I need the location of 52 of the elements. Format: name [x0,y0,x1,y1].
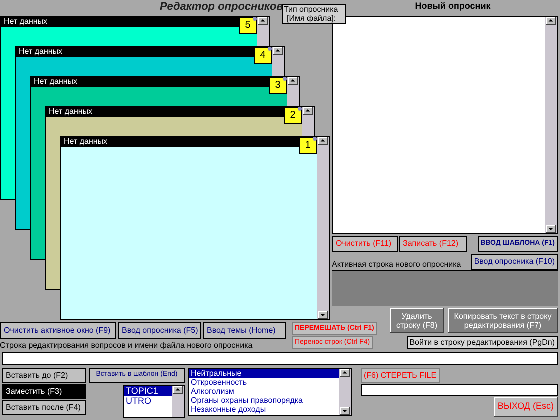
copy-text-button[interactable]: Копировать текст в строку редактирования (F7) [448,308,558,333]
scroll-down-icon[interactable] [318,311,328,319]
topic-list[interactable]: TOPIC1 UTRO [123,385,185,418]
scroll-up-icon[interactable] [288,77,298,85]
topic-item[interactable]: UTRO [124,396,172,406]
scroll-up-icon[interactable] [546,17,556,25]
insert-mode-button[interactable]: Вставить после (F4) [2,400,86,415]
scroll-down-icon[interactable] [546,225,556,233]
scrollbar[interactable] [302,107,314,136]
edit-line-field[interactable] [2,352,558,365]
scroll-up-icon[interactable] [173,386,183,394]
scrollbar[interactable] [257,17,269,46]
window-number-badge: 4 [254,47,272,64]
window-action-button[interactable]: Очистить активное окно (F9) [0,322,116,339]
file-name-text: [Имя файла]: [286,14,338,23]
insert-mode-button[interactable]: Вставить до (F2) [2,368,86,383]
editor-title: Редактор опросников [159,0,282,14]
scroll-up-icon[interactable] [273,47,283,55]
enter-edit-line-button[interactable]: Войти в строку редактирования (PgDn) [406,336,558,349]
active-line-field[interactable] [332,270,558,306]
scroll-up-icon[interactable] [318,137,328,145]
scroll-up-icon[interactable] [258,17,268,25]
scrollbar[interactable] [272,47,284,76]
insert-mode-button[interactable]: Заместить (F3) [2,384,86,399]
scrollbar[interactable] [287,77,299,106]
file-name-field[interactable] [361,384,558,396]
scroll-up-icon[interactable] [303,107,313,115]
edit-line-label: Строка редактирования вопросов и имени файла нового опросника [0,341,254,351]
theme-item[interactable]: Нейтральные [189,369,339,378]
scrollbar[interactable] [317,137,329,319]
scrollbar[interactable] [339,369,351,415]
topic-item[interactable]: TOPIC1 [124,386,172,396]
survey-input-button[interactable]: Ввод опросника (F10) [471,254,558,270]
delete-line-button[interactable]: Удалить строку (F8) [390,308,444,333]
scroll-up-icon[interactable] [340,369,350,377]
window-action-button[interactable]: Ввод темы (Home) [203,322,286,339]
theme-item[interactable]: Незаконные доходы [189,405,339,414]
theme-item[interactable]: Органы охраны правопорядка [189,396,339,405]
file-type-text: Тип опросника [284,5,340,14]
scroll-down-icon[interactable] [340,407,350,415]
theme-item[interactable]: Откровенность [189,378,339,387]
scrollbar[interactable] [545,17,557,233]
window-number-badge: 1 [299,137,317,154]
active-line-label: Активная строка нового опросника [332,260,462,270]
window-number-badge: 5 [239,17,257,34]
window-number-badge: 2 [284,107,302,124]
theme-item[interactable]: Алкоголизм [189,387,339,396]
new-survey-title: Новый опросник [414,0,492,12]
window-number-badge: 3 [269,77,287,94]
window-action-button[interactable]: Ввод опросника (F5) [118,322,201,339]
theme-list[interactable]: Нейтральные Откровенность Алкоголизм Органы охраны правопорядка Незаконные доходы [188,368,352,416]
scrollbar[interactable] [172,386,184,417]
